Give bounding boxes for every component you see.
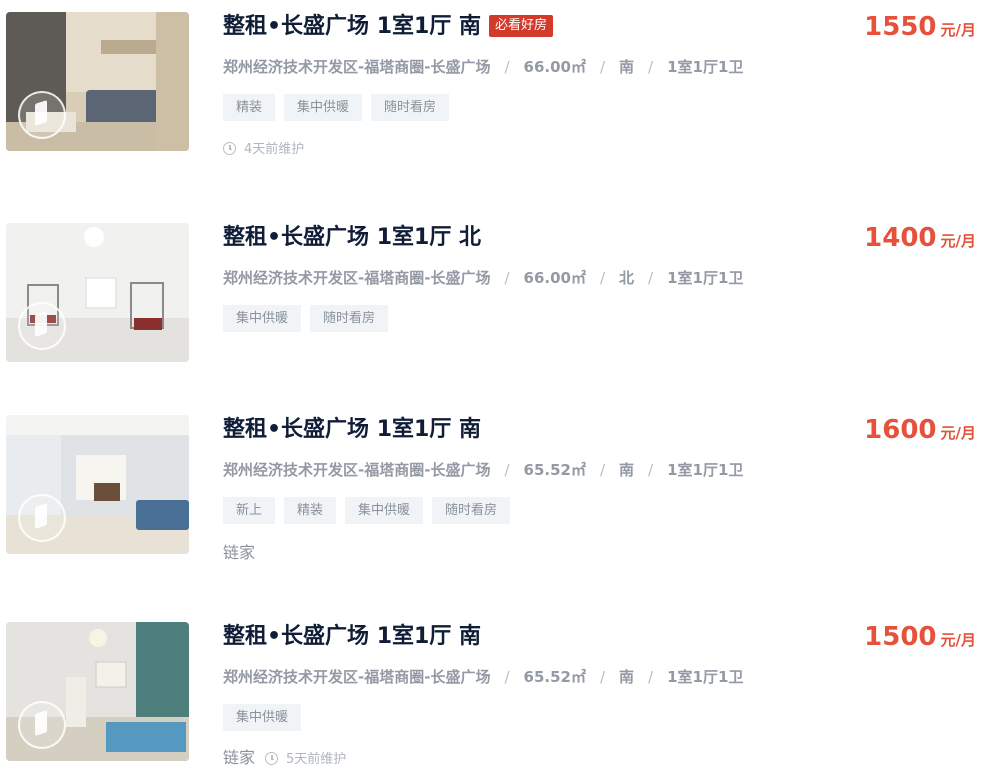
listing-description: 郑州经济技术开发区-福塔商圈-长盛广场/66.00㎡ / 南/1室1厅1卫 — [223, 58, 744, 76]
listing-photo[interactable] — [6, 12, 189, 151]
vr-panorama-icon — [18, 91, 66, 139]
listing-title[interactable]: 整租•长盛广场 1室1厅 南 — [223, 415, 481, 445]
tag-list: 精装 集中供暖 随时看房 — [223, 94, 458, 121]
brand-label: 链家 — [223, 543, 256, 562]
listing-price: 1550 元/月 — [864, 12, 976, 42]
clock-icon — [223, 142, 236, 155]
listing-description: 郑州经济技术开发区-福塔商圈-长盛广场/65.52㎡ / 南/1室1厅1卫 — [223, 668, 744, 686]
listing-meta: 4天前维护 — [223, 138, 304, 157]
tag: 集中供暖 — [223, 704, 302, 731]
tag: 新上 — [223, 497, 276, 524]
tag: 随时看房 — [432, 497, 511, 524]
listing-price: 1500 元/月 — [864, 622, 976, 652]
tag-list: 集中供暖 随时看房 — [223, 305, 397, 332]
listing-title[interactable]: 整租•长盛广场 1室1厅 北 — [223, 223, 481, 253]
listing-meta: 链家 — [223, 539, 265, 563]
tag: 随时看房 — [310, 305, 389, 332]
listing-description: 郑州经济技术开发区-福塔商圈-长盛广场/65.52㎡ / 南/1室1厅1卫 — [223, 461, 744, 479]
vr-panorama-icon — [18, 701, 66, 749]
vr-panorama-icon — [18, 302, 66, 350]
vr-panorama-icon — [18, 494, 66, 542]
clock-icon — [265, 752, 279, 765]
brand-label: 链家 — [223, 748, 256, 767]
listing-photo[interactable] — [6, 223, 189, 362]
tag-list: 集中供暖 — [223, 704, 310, 731]
tag-list: 新上 精装 集中供暖 随时看房 — [223, 497, 519, 524]
tag: 集中供暖 — [345, 497, 424, 524]
listing-description: 郑州经济技术开发区-福塔商圈-长盛广场/66.00㎡ / 北/1室1厅1卫 — [223, 269, 744, 287]
listing-price: 1400 元/月 — [864, 223, 976, 253]
must-see-badge: 必看好房 — [489, 15, 554, 37]
listing-price: 1600 元/月 — [864, 415, 976, 445]
listing-photo[interactable] — [6, 415, 189, 554]
listing-photo[interactable] — [6, 622, 189, 761]
maintenance-time: 4天前维护 — [244, 142, 305, 157]
listing-title[interactable]: 整租•长盛广场 1室1厅 南必看好房 — [223, 12, 554, 42]
tag: 集中供暖 — [223, 305, 302, 332]
tag: 随时看房 — [371, 94, 450, 121]
tag: 集中供暖 — [284, 94, 363, 121]
maintenance-time: 5天前维护 — [286, 752, 347, 767]
listing-meta: 链家 5天前维护 — [223, 744, 346, 768]
tag: 精装 — [284, 497, 337, 524]
tag: 精装 — [223, 94, 276, 121]
listing-title[interactable]: 整租•长盛广场 1室1厅 南 — [223, 622, 481, 652]
